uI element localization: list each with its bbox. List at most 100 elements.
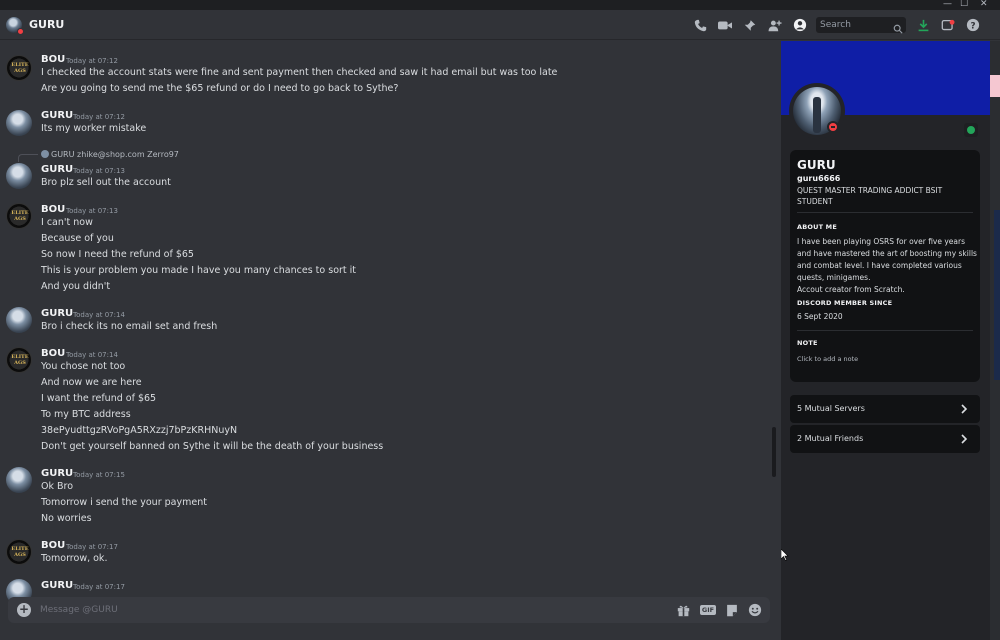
mutual-servers-button[interactable]: 5 Mutual Servers bbox=[790, 395, 980, 423]
avatar-guru[interactable] bbox=[6, 163, 32, 189]
divider bbox=[797, 330, 973, 331]
message-timestamp: Today at 07:12 bbox=[73, 113, 125, 121]
message-line: You chose not too bbox=[41, 361, 126, 372]
avatar-guru[interactable] bbox=[6, 467, 32, 493]
message-timestamp: Today at 07:14 bbox=[73, 311, 125, 319]
close-window-button[interactable]: ✕ bbox=[980, 0, 988, 9]
reply-avatar bbox=[41, 150, 49, 158]
member-since-title: DISCORD MEMBER SINCE bbox=[797, 299, 893, 307]
avatar-guru[interactable] bbox=[6, 307, 32, 333]
note-input[interactable] bbox=[797, 352, 973, 366]
dnd-status-icon bbox=[827, 121, 839, 133]
message-line: Tomorrow, ok. bbox=[41, 553, 108, 564]
dnd-status-icon bbox=[17, 28, 24, 35]
profile-username: guru6666 bbox=[797, 174, 841, 183]
user-profile-panel: GURU guru6666 QUEST MASTER TRADING ADDIC… bbox=[781, 41, 990, 640]
message-line: I want the refund of $65 bbox=[41, 393, 157, 404]
message-line: To my BTC address bbox=[41, 409, 131, 420]
gif-label: GIF bbox=[699, 605, 717, 615]
message-line: No worries bbox=[41, 513, 92, 524]
gif-icon[interactable]: GIF bbox=[699, 603, 717, 617]
message-author[interactable]: BOU bbox=[41, 54, 65, 65]
search-box[interactable] bbox=[816, 17, 906, 34]
member-since-date: 6 Sept 2020 bbox=[797, 312, 843, 321]
message-line: Bro i check its no email set and fresh bbox=[41, 321, 218, 332]
message-line: And now we are here bbox=[41, 377, 142, 388]
message-timestamp: Today at 07:13 bbox=[66, 207, 118, 215]
about-me-title: ABOUT ME bbox=[797, 223, 837, 231]
message-line: This is your problem you made I have you… bbox=[41, 265, 357, 276]
emoji-icon[interactable] bbox=[748, 603, 762, 617]
message-timestamp: Today at 07:15 bbox=[73, 471, 125, 479]
message-author[interactable]: GURU bbox=[41, 308, 73, 319]
background-window-edge bbox=[990, 75, 1000, 97]
message-line: Are you going to send me the $65 refund … bbox=[41, 83, 399, 94]
message-author[interactable]: BOU bbox=[41, 204, 65, 215]
mouse-cursor-icon bbox=[781, 549, 789, 561]
message-line: I checked the account stats were fine an… bbox=[41, 67, 558, 78]
profile-card: GURU guru6666 QUEST MASTER TRADING ADDIC… bbox=[790, 150, 980, 382]
message-author[interactable]: BOU bbox=[41, 348, 65, 359]
avatar-guru[interactable] bbox=[6, 110, 32, 136]
mutual-friends-button[interactable]: 2 Mutual Friends bbox=[790, 425, 980, 453]
message-line: Because of you bbox=[41, 233, 114, 244]
message-input[interactable] bbox=[40, 602, 640, 618]
avatar-bou[interactable]: ELITE AGS bbox=[6, 203, 32, 229]
message-line: Tomorrow i send the your payment bbox=[41, 497, 207, 508]
about-me-text: I have been playing OSRS for over five y… bbox=[797, 237, 977, 294]
reply-spine bbox=[18, 154, 38, 162]
minimize-button[interactable]: — bbox=[943, 0, 952, 9]
sticker-icon[interactable] bbox=[725, 603, 739, 617]
pin-icon[interactable] bbox=[742, 17, 758, 33]
elite-ags-logo: ELITE AGS bbox=[11, 210, 29, 222]
call-icon[interactable] bbox=[692, 17, 708, 33]
search-input[interactable] bbox=[820, 18, 890, 32]
profile-toggle-icon[interactable] bbox=[792, 17, 808, 33]
message-timestamp: Today at 07:17 bbox=[66, 543, 118, 551]
help-icon[interactable]: ? bbox=[965, 17, 981, 33]
chat-scrollbar[interactable] bbox=[772, 427, 776, 477]
message-timestamp: Today at 07:17 bbox=[73, 583, 125, 591]
message-line: I can't now bbox=[41, 217, 93, 228]
chevron-right-icon bbox=[961, 434, 968, 444]
message-timestamp: Today at 07:12 bbox=[66, 57, 118, 65]
message-line: 38ePyudttgzRVoPgA5RXzzj7bPzKRHNuyN bbox=[41, 425, 238, 436]
reply-text: GURU zhike@shop.com Zerro97 bbox=[51, 150, 179, 159]
header-avatar[interactable] bbox=[6, 17, 24, 35]
profile-badge-icon[interactable] bbox=[964, 123, 978, 137]
inbox-icon[interactable] bbox=[940, 17, 956, 33]
message-line: Ok Bro bbox=[41, 481, 74, 492]
message-author[interactable]: BOU bbox=[41, 540, 65, 551]
profile-bio: QUEST MASTER TRADING ADDICT BSIT STUDENT bbox=[797, 186, 943, 206]
message-author[interactable]: GURU bbox=[41, 580, 73, 591]
video-icon[interactable] bbox=[717, 17, 733, 33]
message-line: So now I need the refund of $65 bbox=[41, 249, 194, 260]
elite-ags-logo: ELITE AGS bbox=[11, 354, 29, 366]
message-line: And you didn't bbox=[41, 281, 111, 292]
avatar-bou[interactable]: ELITE AGS bbox=[6, 55, 32, 81]
message-timestamp: Today at 07:13 bbox=[73, 167, 125, 175]
channel-header: GURU ? bbox=[0, 10, 1000, 40]
avatar-bou[interactable]: ELITE AGS bbox=[6, 347, 32, 373]
svg-text:?: ? bbox=[970, 22, 975, 32]
avatar-bou[interactable]: ELITE AGS bbox=[6, 539, 32, 565]
add-friend-icon[interactable] bbox=[767, 17, 783, 33]
message-author[interactable]: GURU bbox=[41, 164, 73, 175]
profile-display-name: GURU bbox=[797, 158, 836, 172]
elite-ags-logo: ELITE AGS bbox=[11, 546, 29, 558]
gift-icon[interactable] bbox=[676, 603, 690, 617]
add-attachment-icon[interactable]: + bbox=[17, 603, 31, 617]
message-line: Don't get yourself banned on Sythe it wi… bbox=[41, 441, 384, 452]
download-icon[interactable] bbox=[915, 17, 931, 33]
message-author[interactable]: GURU bbox=[41, 468, 73, 479]
message-author[interactable]: GURU bbox=[41, 110, 73, 121]
mutual-servers-label: 5 Mutual Servers bbox=[797, 404, 865, 413]
message-line: Its my worker mistake bbox=[41, 123, 147, 134]
message-composer: + GIF bbox=[8, 597, 770, 623]
window-titlebar: — ☐ ✕ bbox=[0, 0, 1000, 10]
reply-preview[interactable]: GURU zhike@shop.com Zerro97 bbox=[41, 150, 179, 159]
note-title: NOTE bbox=[797, 339, 818, 347]
message-list[interactable]: ELITE AGS BOU Today at 07:12 I checked th… bbox=[0, 41, 780, 640]
maximize-button[interactable]: ☐ bbox=[960, 0, 968, 9]
dm-title: GURU bbox=[29, 18, 65, 31]
